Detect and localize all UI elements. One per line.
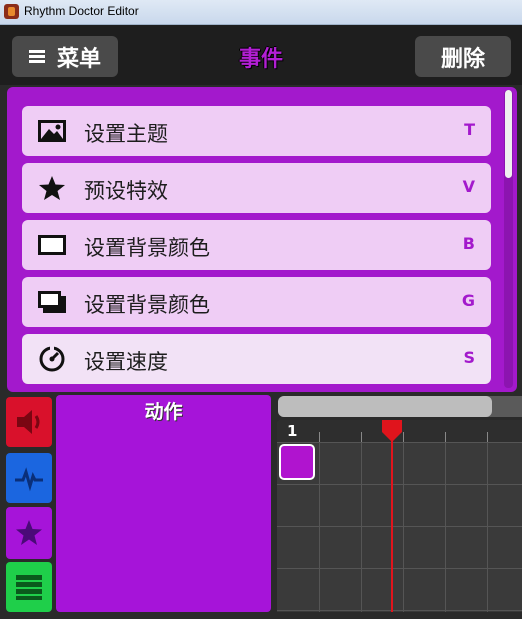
grid-line: [277, 484, 522, 485]
delete-button[interactable]: 删除: [415, 36, 511, 77]
star-icon: [16, 520, 42, 545]
tab-rows[interactable]: [6, 453, 52, 503]
events-panel: 设置主题 T 预设特效 V 设置背景颜色 B 设置背景颜色 G 设置速度 S: [7, 87, 517, 392]
grid-line: [277, 526, 522, 527]
speaker-icon: [17, 410, 40, 434]
app-icon: [4, 4, 19, 19]
event-shortcut: V: [462, 177, 475, 196]
actions-panel: 动作: [56, 395, 271, 612]
event-shortcut: S: [463, 348, 475, 367]
event-item-preset-effect[interactable]: 预设特效 V: [22, 163, 491, 213]
grid-line: [319, 442, 320, 612]
tab-rooms[interactable]: [6, 562, 52, 612]
delete-button-label: 删除: [440, 46, 485, 72]
event-item-set-bg-color[interactable]: 设置背景颜色 B: [22, 220, 491, 270]
tab-actions[interactable]: [6, 507, 52, 559]
heartbeat-icon: [15, 467, 43, 492]
playhead[interactable]: [391, 420, 393, 612]
list-icon: [16, 575, 42, 600]
window-title: Rhythm Doctor Editor: [24, 4, 139, 18]
editor-header: 菜单 事件 删除: [0, 25, 522, 85]
actions-panel-title: 动作: [144, 401, 183, 423]
grid-line: [445, 442, 446, 612]
event-shortcut: T: [464, 120, 475, 139]
window-titlebar: Rhythm Doctor Editor: [0, 0, 522, 25]
playhead-marker-icon: [382, 432, 402, 442]
events-scrollbar-thumb[interactable]: [505, 90, 512, 178]
bar-number: 1: [287, 422, 298, 440]
timeline[interactable]: 1: [277, 420, 522, 612]
speedometer-icon: [39, 346, 65, 372]
grid-line: [361, 442, 362, 612]
grid-line: [403, 442, 404, 612]
event-shortcut: G: [461, 291, 475, 310]
event-item-set-theme[interactable]: 设置主题 T: [22, 106, 491, 156]
event-item-set-fg-color[interactable]: 设置背景颜色 G: [22, 277, 491, 327]
grid-line: [277, 568, 522, 569]
grid-line: [277, 610, 522, 611]
star-icon: [39, 176, 65, 200]
event-label: 设置速度: [84, 350, 168, 374]
tab-sound[interactable]: [6, 397, 52, 447]
grid-line: [487, 442, 488, 612]
event-label: 设置背景颜色: [84, 236, 210, 260]
timeline-event-block[interactable]: [279, 444, 315, 480]
event-label: 设置背景颜色: [84, 293, 210, 317]
event-label: 设置主题: [84, 122, 168, 146]
stacked-rectangles-icon: [38, 291, 66, 313]
timeline-scrollbar-thumb[interactable]: [278, 396, 492, 417]
event-item-set-speed[interactable]: 设置速度 S: [22, 334, 491, 384]
event-shortcut: B: [462, 234, 475, 253]
image-icon: [38, 120, 66, 142]
rectangle-icon: [38, 235, 66, 255]
event-label: 预设特效: [84, 179, 168, 203]
playhead-handle[interactable]: [382, 420, 402, 432]
